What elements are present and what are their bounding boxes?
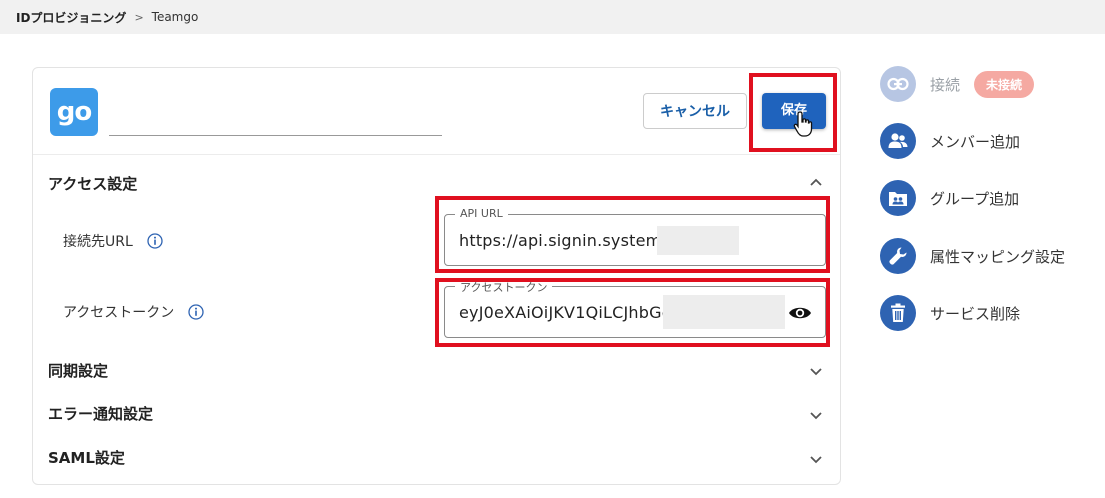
access-token-label: アクセストークン [63, 305, 175, 321]
api-url-field-label: 接続先URL [63, 231, 163, 251]
card-header: go キャンセル 保存 [33, 68, 840, 155]
cancel-button[interactable]: キャンセル [643, 93, 747, 129]
chevron-down-icon[interactable] [809, 452, 823, 466]
add-member-icon [880, 123, 916, 159]
app-name-input[interactable] [109, 90, 442, 136]
link-icon [880, 66, 916, 102]
breadcrumb-root[interactable]: IDプロビジョニング [16, 9, 126, 26]
section-saml-title[interactable]: SAML設定 [48, 447, 125, 468]
highlight-api-url [435, 196, 830, 273]
trash-icon [880, 295, 916, 331]
sidebar-item-attr-mapping-label: 属性マッピング設定 [930, 247, 1066, 266]
info-icon[interactable] [188, 304, 204, 320]
sidebar-item-add-member-label: メンバー追加 [930, 132, 1021, 151]
chevron-down-icon[interactable] [809, 364, 823, 378]
sidebar-item-add-group-label: グループ追加 [930, 189, 1020, 208]
api-url-label: 接続先URL [63, 234, 133, 250]
info-icon[interactable] [147, 233, 163, 249]
breadcrumb-current: Teamgo [151, 10, 199, 24]
chevron-down-icon[interactable] [809, 408, 823, 422]
section-sync-title[interactable]: 同期設定 [48, 360, 108, 381]
access-token-field-label: アクセストークン [63, 302, 204, 322]
chevron-up-icon[interactable] [809, 175, 823, 189]
breadcrumb: IDプロビジョニング > Teamgo [0, 0, 1105, 34]
highlight-access-token [435, 278, 830, 347]
sidebar-item-delete-service[interactable]: サービス削除 [880, 295, 1020, 331]
sidebar-item-delete-service-label: サービス削除 [930, 304, 1021, 323]
highlight-save-button [749, 73, 837, 152]
settings-card: go キャンセル 保存 アクセス設定 接続先URL API URL https:… [32, 67, 841, 485]
section-access-title[interactable]: アクセス設定 [48, 173, 137, 194]
status-badge: 未接続 [974, 70, 1035, 98]
sidebar-item-connect[interactable]: 接続 未接続 [880, 66, 1035, 102]
app-logo: go [50, 88, 98, 136]
wrench-icon [880, 238, 916, 274]
sidebar-item-attr-mapping[interactable]: 属性マッピング設定 [880, 238, 1065, 274]
add-group-icon [880, 180, 916, 216]
sidebar-item-add-group[interactable]: グループ追加 [880, 180, 1019, 216]
section-error-title[interactable]: エラー通知設定 [48, 403, 153, 424]
breadcrumb-separator: > [134, 10, 144, 24]
sidebar-item-connect-label: 接続 [930, 75, 961, 94]
sidebar-item-add-member[interactable]: メンバー追加 [880, 123, 1020, 159]
